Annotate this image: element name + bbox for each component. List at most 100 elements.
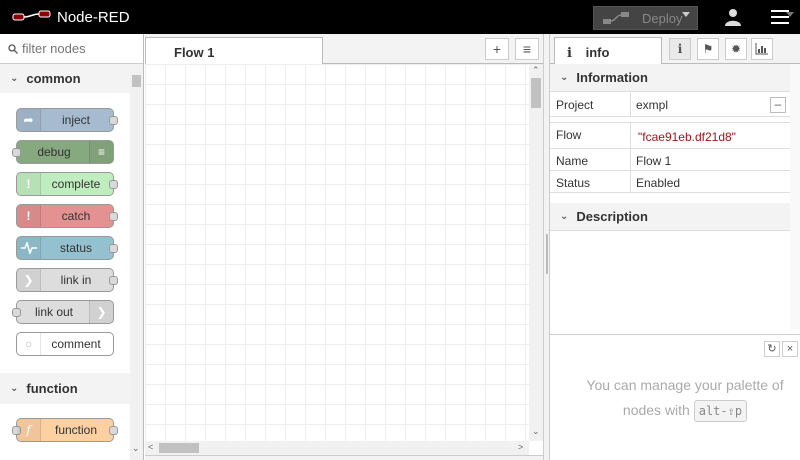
node-label: debug	[37, 145, 71, 159]
palette: ⌄ common ➦ inject debug ≡ ! complete ! c…	[0, 34, 144, 460]
palette-scrollbar[interactable]: ⌄	[130, 71, 143, 460]
scroll-right-arrow-icon[interactable]: >	[518, 442, 523, 452]
filter-nodes-input[interactable]	[22, 41, 142, 56]
deploy-caret-icon[interactable]	[682, 12, 690, 17]
workspace-tab-bar: Flow 1 + ≡	[145, 34, 543, 65]
function-icon: f	[17, 419, 41, 441]
row-key: Status	[556, 176, 591, 190]
scrollbar-thumb[interactable]	[531, 78, 541, 108]
tab-info[interactable]: i info	[554, 37, 662, 65]
scroll-down-arrow-icon[interactable]: ⌄	[132, 443, 140, 454]
node-label: function	[54, 423, 98, 437]
sidebar-menu-caret-icon[interactable]	[786, 12, 794, 17]
deploy-button[interactable]: Deploy	[593, 6, 698, 30]
info-tab-button[interactable]: i	[669, 38, 691, 60]
section-title: Information	[576, 70, 648, 85]
section-title: Description	[576, 209, 648, 224]
info-row-flow: Flow "fcae91eb.df21d8"	[550, 122, 790, 149]
keyboard-shortcut: alt-⇧p	[693, 400, 748, 422]
category-function-header[interactable]: ⌄ function	[0, 374, 130, 402]
row-key: Project	[556, 98, 594, 112]
chevron-down-icon: ⌄	[10, 382, 19, 394]
palette-node-catch[interactable]: ! catch	[16, 204, 118, 228]
list-icon: ≡	[89, 141, 113, 163]
palette-node-inject[interactable]: ➦ inject	[16, 108, 118, 132]
refresh-tip-button[interactable]: ↻	[764, 341, 780, 357]
pulse-icon	[17, 237, 41, 259]
workspace-horizontal-scrollbar[interactable]: < >	[145, 441, 529, 455]
category-label: common	[26, 70, 81, 86]
sidebar-tab-bar: i info i ⚑ ✹	[550, 34, 800, 65]
scroll-down-arrow-icon[interactable]: ⌄	[532, 426, 540, 437]
flow-id-value: "fcae91eb.df21d8"	[638, 130, 736, 144]
palette-node-function[interactable]: f function	[12, 418, 118, 442]
output-port	[109, 180, 118, 189]
workspace-canvas[interactable]	[145, 64, 529, 441]
palette-function-nodes: f function	[0, 404, 130, 460]
row-value: Flow 1	[636, 154, 672, 168]
input-port	[12, 148, 21, 157]
app-logo: Node-RED	[12, 6, 130, 28]
category-label: function	[26, 380, 78, 396]
node-label: status	[59, 241, 92, 255]
node-label: link in	[60, 273, 92, 287]
debug-tab-button[interactable]: ✹	[725, 38, 747, 60]
sidebar-scrollbar[interactable]	[790, 64, 800, 330]
palette-node-comment[interactable]: ○ comment	[16, 332, 114, 356]
app-title: Node-RED	[57, 8, 130, 26]
info-row-status: Status Enabled	[550, 171, 790, 193]
help-tip-line-1: You can manage your palette of	[586, 377, 784, 393]
plus-icon: +	[492, 41, 502, 57]
sidebar-separator[interactable]	[543, 34, 550, 460]
help-tip-line-2: nodes with alt-⇧p	[570, 398, 800, 423]
tab-label: info	[585, 45, 610, 60]
search-icon	[8, 43, 18, 54]
user-icon[interactable]	[724, 8, 742, 26]
link-icon: ❯	[17, 269, 41, 291]
deploy-icon	[603, 12, 629, 24]
scrollbar-thumb[interactable]	[159, 443, 199, 453]
output-port	[109, 276, 118, 285]
node-label: inject	[61, 113, 90, 127]
workspace-footer	[145, 455, 543, 460]
scroll-left-arrow-icon[interactable]: <	[148, 442, 153, 452]
bug-icon: ✹	[730, 42, 742, 56]
description-section-header[interactable]: ⌄ Description	[550, 203, 790, 231]
dashboard-tab-button[interactable]	[751, 38, 773, 60]
palette-node-debug[interactable]: debug ≡	[12, 140, 114, 164]
palette-node-complete[interactable]: ! complete	[16, 172, 118, 196]
help-tip-text-2: nodes with	[622, 402, 690, 418]
info-row-project: Project exmpl –	[550, 93, 790, 117]
palette-node-status[interactable]: status	[16, 236, 118, 260]
node-label: comment	[51, 337, 101, 351]
add-flow-button[interactable]: +	[485, 38, 509, 60]
palette-search	[0, 34, 143, 64]
exclamation-icon: !	[17, 173, 41, 195]
row-key: Name	[556, 154, 589, 168]
palette-common-nodes: ➦ inject debug ≡ ! complete ! catch stat…	[0, 93, 130, 373]
help-tip-text: You can manage your palette of nodes wit…	[570, 373, 800, 423]
node-label: link out	[34, 305, 74, 319]
information-section-header[interactable]: ⌄ Information	[550, 64, 790, 92]
flow-list-button[interactable]: ≡	[515, 38, 539, 60]
palette-node-link-in[interactable]: ❯ link in	[16, 268, 118, 292]
drag-handle-icon[interactable]	[546, 234, 548, 274]
link-icon: ❯	[89, 301, 113, 323]
deploy-label: Deploy	[642, 10, 683, 26]
info-panel: ⌄ Information Project exmpl – Flow "fcae…	[550, 64, 800, 330]
output-port	[109, 116, 118, 125]
list-icon: ≡	[522, 41, 532, 57]
help-tab-button[interactable]: ⚑	[697, 38, 719, 60]
scrollbar-thumb[interactable]	[132, 75, 141, 87]
comment-icon: ○	[17, 333, 41, 355]
category-common-header[interactable]: ⌄ common	[0, 64, 130, 92]
node-red-logo-icon	[12, 10, 51, 21]
palette-node-link-out[interactable]: link out ❯	[12, 300, 114, 324]
row-key: Flow	[556, 128, 582, 142]
tab-flow-1[interactable]: Flow 1	[145, 37, 323, 65]
workspace-vertical-scrollbar[interactable]: ⌃ ⌄	[529, 64, 543, 441]
bar-chart-icon	[755, 43, 768, 55]
close-tip-button[interactable]: ×	[782, 341, 798, 357]
project-collapse-button[interactable]: –	[770, 97, 786, 113]
scroll-up-arrow-icon[interactable]: ⌃	[532, 65, 540, 76]
